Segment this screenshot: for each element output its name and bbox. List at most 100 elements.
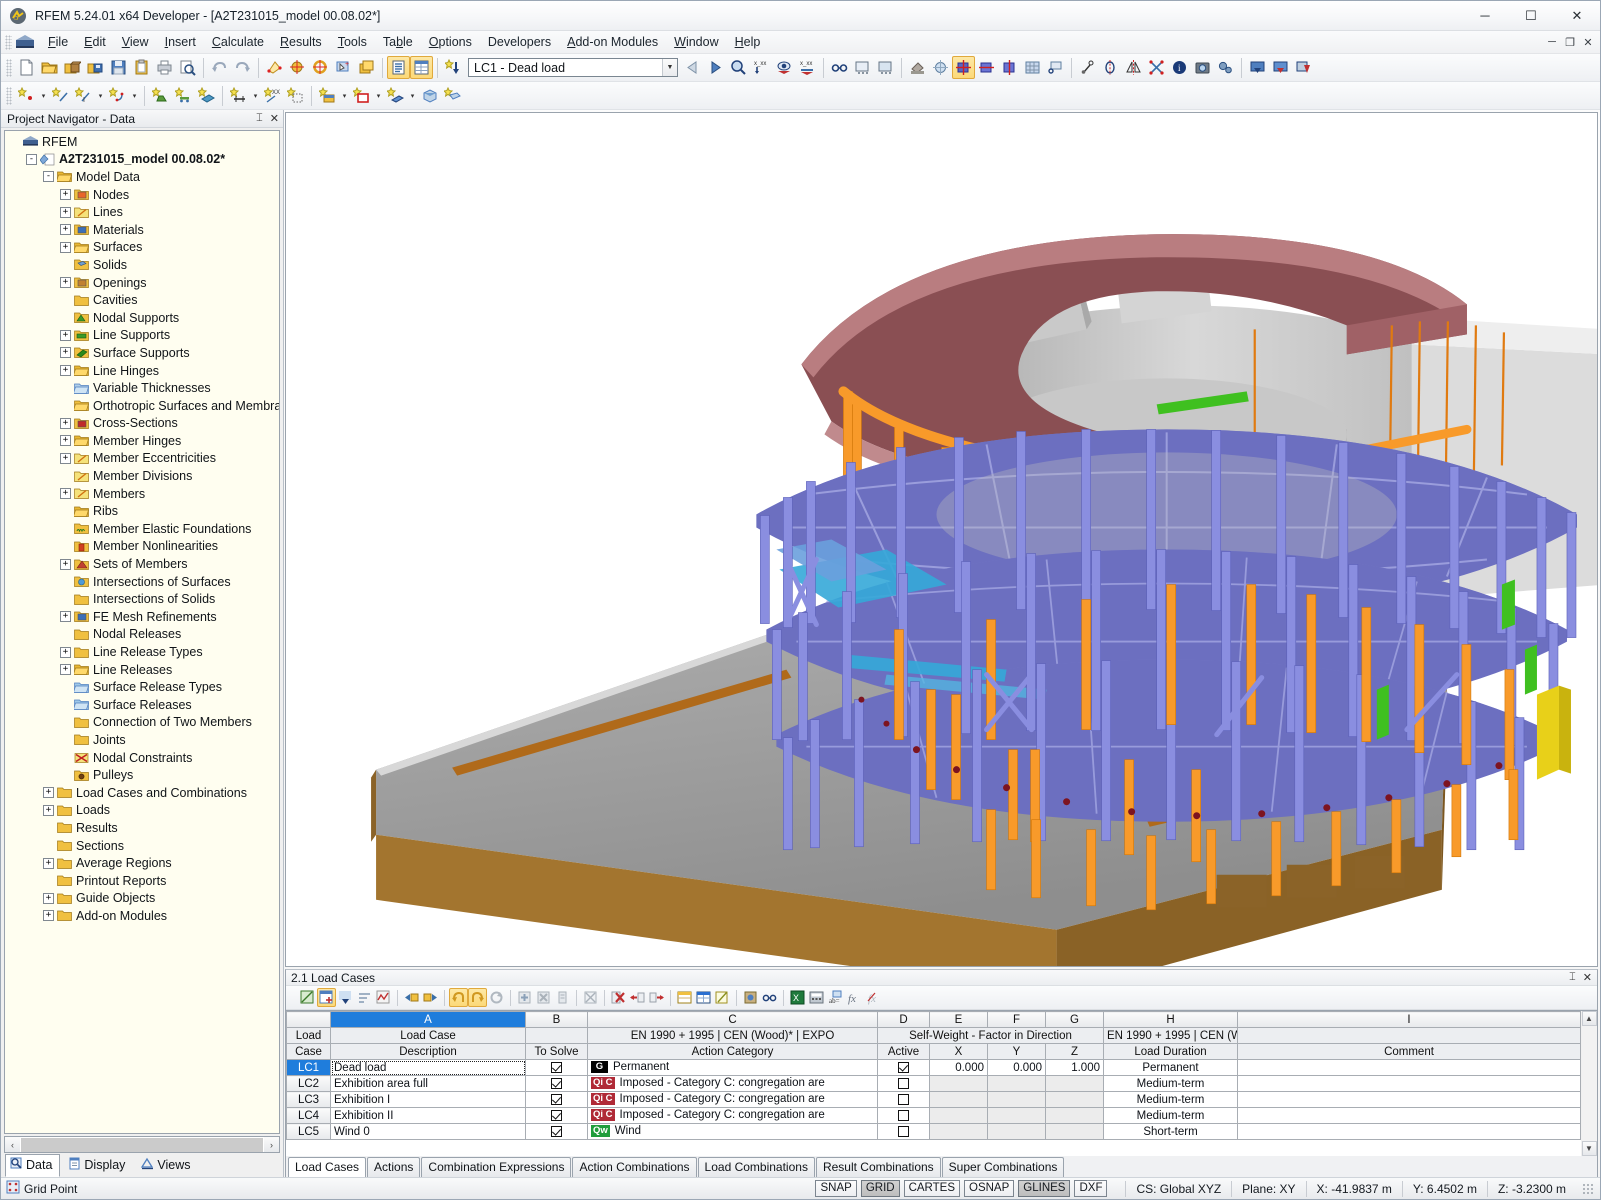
columns-icon[interactable] <box>675 988 694 1007</box>
column-header-D[interactable]: D <box>877 1011 930 1028</box>
new-opening-dropdown-icon[interactable]: ▾ <box>373 84 384 107</box>
table-edit-icon[interactable] <box>298 988 317 1007</box>
to-solve-checkbox[interactable] <box>551 1109 562 1121</box>
menu-addon-modules[interactable]: Add-on Modules <box>559 33 666 51</box>
menu-view[interactable]: View <box>114 33 157 51</box>
redo-icon[interactable] <box>468 988 487 1007</box>
tree-item-intersections-of-solids[interactable]: Intersections of Solids <box>9 590 279 608</box>
menu-file[interactable]: FFileile <box>40 33 76 51</box>
new-surface-obj-dropdown-icon[interactable]: ▾ <box>339 84 350 107</box>
tree-item-loads[interactable]: + Loads <box>9 802 279 820</box>
menu-results[interactable]: Results <box>272 33 330 51</box>
cell-action-category[interactable]: Qi C Imposed - Category C: congregation a… <box>587 1075 878 1092</box>
table-row[interactable]: LC1 Dead load G Permanent 0.000 0.000 1.000 Per… <box>286 1059 1581 1076</box>
tree-item-nodal-releases[interactable]: Nodal Releases <box>9 626 279 644</box>
cell-load-duration[interactable]: Permanent <box>1103 1059 1238 1076</box>
expand-icon[interactable]: + <box>43 787 54 799</box>
cell-action-category[interactable]: Qi C Imposed - Category C: congregation a… <box>587 1091 878 1108</box>
tree-item-cross-sections[interactable]: + Cross-Sections <box>9 415 279 433</box>
row-header-lc2[interactable]: LC2 <box>286 1075 331 1092</box>
expand-icon[interactable]: + <box>60 224 71 236</box>
cell-selfweight-x[interactable] <box>929 1107 988 1124</box>
glasses-icon[interactable] <box>760 988 779 1007</box>
cell-description[interactable]: Dead load <box>330 1059 526 1076</box>
new-thickness-dropdown-icon[interactable]: ▾ <box>407 84 418 107</box>
table-tab-load-cases[interactable]: Load Cases <box>288 1157 367 1177</box>
new-surface-obj-icon[interactable] <box>316 84 339 107</box>
tree-item-printout-reports[interactable]: Printout Reports <box>9 872 279 890</box>
solid-render-icon[interactable] <box>929 56 952 79</box>
mdi-restore-button[interactable]: ❐ <box>1562 34 1578 50</box>
tree-item-cavities[interactable]: Cavities <box>9 291 279 309</box>
expand-icon[interactable]: + <box>60 452 71 464</box>
printout-report-icon[interactable] <box>387 56 410 79</box>
tree-item-surface-releases[interactable]: Surface Releases <box>9 696 279 714</box>
active-checkbox[interactable] <box>898 1077 909 1089</box>
row-header-lc4[interactable]: LC4 <box>286 1107 331 1124</box>
column-header-H[interactable]: H <box>1103 1011 1238 1028</box>
tree-item-pulleys[interactable]: Pulleys <box>9 766 279 784</box>
expand-icon[interactable]: + <box>60 206 71 218</box>
new-polyline-icon[interactable] <box>106 84 129 107</box>
mdi-minimize-button[interactable]: ─ <box>1544 34 1560 50</box>
cell-selfweight-y[interactable]: 0.000 <box>987 1059 1046 1076</box>
new-dimension-dropdown-icon[interactable]: ▾ <box>95 84 106 107</box>
row-props-icon[interactable] <box>553 988 572 1007</box>
tree-item-variable-thicknesses[interactable]: Variable Thicknesses <box>9 379 279 397</box>
cell-to-solve-checkbox[interactable] <box>525 1059 588 1076</box>
cell-action-category[interactable]: Qi C Imposed - Category C: congregation a… <box>587 1107 878 1124</box>
cell-active-checkbox[interactable] <box>877 1075 930 1092</box>
mdi-close-button[interactable]: ✕ <box>1580 34 1596 50</box>
tree-item-member-hinges[interactable]: + Member Hinges <box>9 432 279 450</box>
menu-tools[interactable]: Tools <box>330 33 375 51</box>
menu-developers[interactable]: Developers <box>480 33 559 51</box>
scrollbar-track[interactable] <box>1581 1026 1597 1141</box>
cell-load-duration[interactable]: Short-term <box>1103 1123 1238 1140</box>
info-icon[interactable]: i <box>1168 56 1191 79</box>
expand-icon[interactable]: + <box>60 347 71 359</box>
cell-selfweight-z[interactable]: 1.000 <box>1045 1059 1104 1076</box>
display-deform2-icon[interactable] <box>998 56 1021 79</box>
status-toggle-snap[interactable]: SNAP <box>815 1180 857 1197</box>
scrollbar-thumb[interactable] <box>21 1137 263 1152</box>
new-line-icon[interactable] <box>49 84 72 107</box>
new-solid-obj-icon[interactable] <box>418 84 441 107</box>
tree-item-sets-of-members[interactable]: + Sets of Members <box>9 555 279 573</box>
tree-item-ribs[interactable]: Ribs <box>9 502 279 520</box>
gears-icon[interactable] <box>1214 56 1237 79</box>
tree-item-sections[interactable]: Sections <box>9 837 279 855</box>
table-row[interactable]: LC5 Wind 0 Qw Wind Short-term <box>286 1123 1581 1140</box>
cell-selfweight-z[interactable] <box>1045 1075 1104 1092</box>
tree-item-a2t231015-model-00-08-02[interactable]: - A2T231015_model 00.08.02* <box>9 151 279 169</box>
cell-description[interactable]: Wind 0 <box>330 1123 526 1140</box>
close-button[interactable]: ✕ <box>1554 1 1600 31</box>
scroll-right-icon[interactable]: › <box>264 1137 279 1152</box>
cell-selfweight-y[interactable] <box>987 1107 1046 1124</box>
expand-icon[interactable]: + <box>43 910 54 922</box>
cell-selfweight-z[interactable] <box>1045 1091 1104 1108</box>
navigator-tree[interactable]: RFEM - A2T231015_model 00.08.02* - Model Dat… <box>4 130 280 1134</box>
expand-icon[interactable]: + <box>43 857 54 869</box>
active-checkbox[interactable] <box>898 1061 909 1073</box>
cell-comment[interactable] <box>1237 1107 1581 1124</box>
tree-item-surfaces[interactable]: + Surfaces <box>9 239 279 257</box>
view-window-icon[interactable] <box>1044 56 1067 79</box>
export-down2-icon[interactable] <box>1269 56 1292 79</box>
cell-to-solve-checkbox[interactable] <box>525 1075 588 1092</box>
status-toggle-dxf[interactable]: DXF <box>1074 1180 1108 1197</box>
open-package-icon[interactable] <box>61 56 84 79</box>
new-member-icon[interactable] <box>227 84 250 107</box>
prev-loadcase-icon[interactable] <box>681 56 704 79</box>
tree-item-nodal-supports[interactable]: Nodal Supports <box>9 309 279 327</box>
tree-item-lines[interactable]: + Lines <box>9 203 279 221</box>
column-header-C[interactable]: C <box>587 1011 878 1028</box>
to-solve-checkbox[interactable] <box>551 1125 562 1137</box>
nav-tab-views[interactable]: Views <box>136 1154 198 1177</box>
cell-description[interactable]: Exhibition II <box>330 1107 526 1124</box>
new-support-icon[interactable] <box>172 84 195 107</box>
expand-icon[interactable]: + <box>60 241 71 253</box>
cell-selfweight-z[interactable] <box>1045 1107 1104 1124</box>
tree-item-joints[interactable]: Joints <box>9 731 279 749</box>
rotate-axis-icon[interactable] <box>1099 56 1122 79</box>
scroll-left-icon[interactable]: ‹ <box>5 1137 20 1152</box>
